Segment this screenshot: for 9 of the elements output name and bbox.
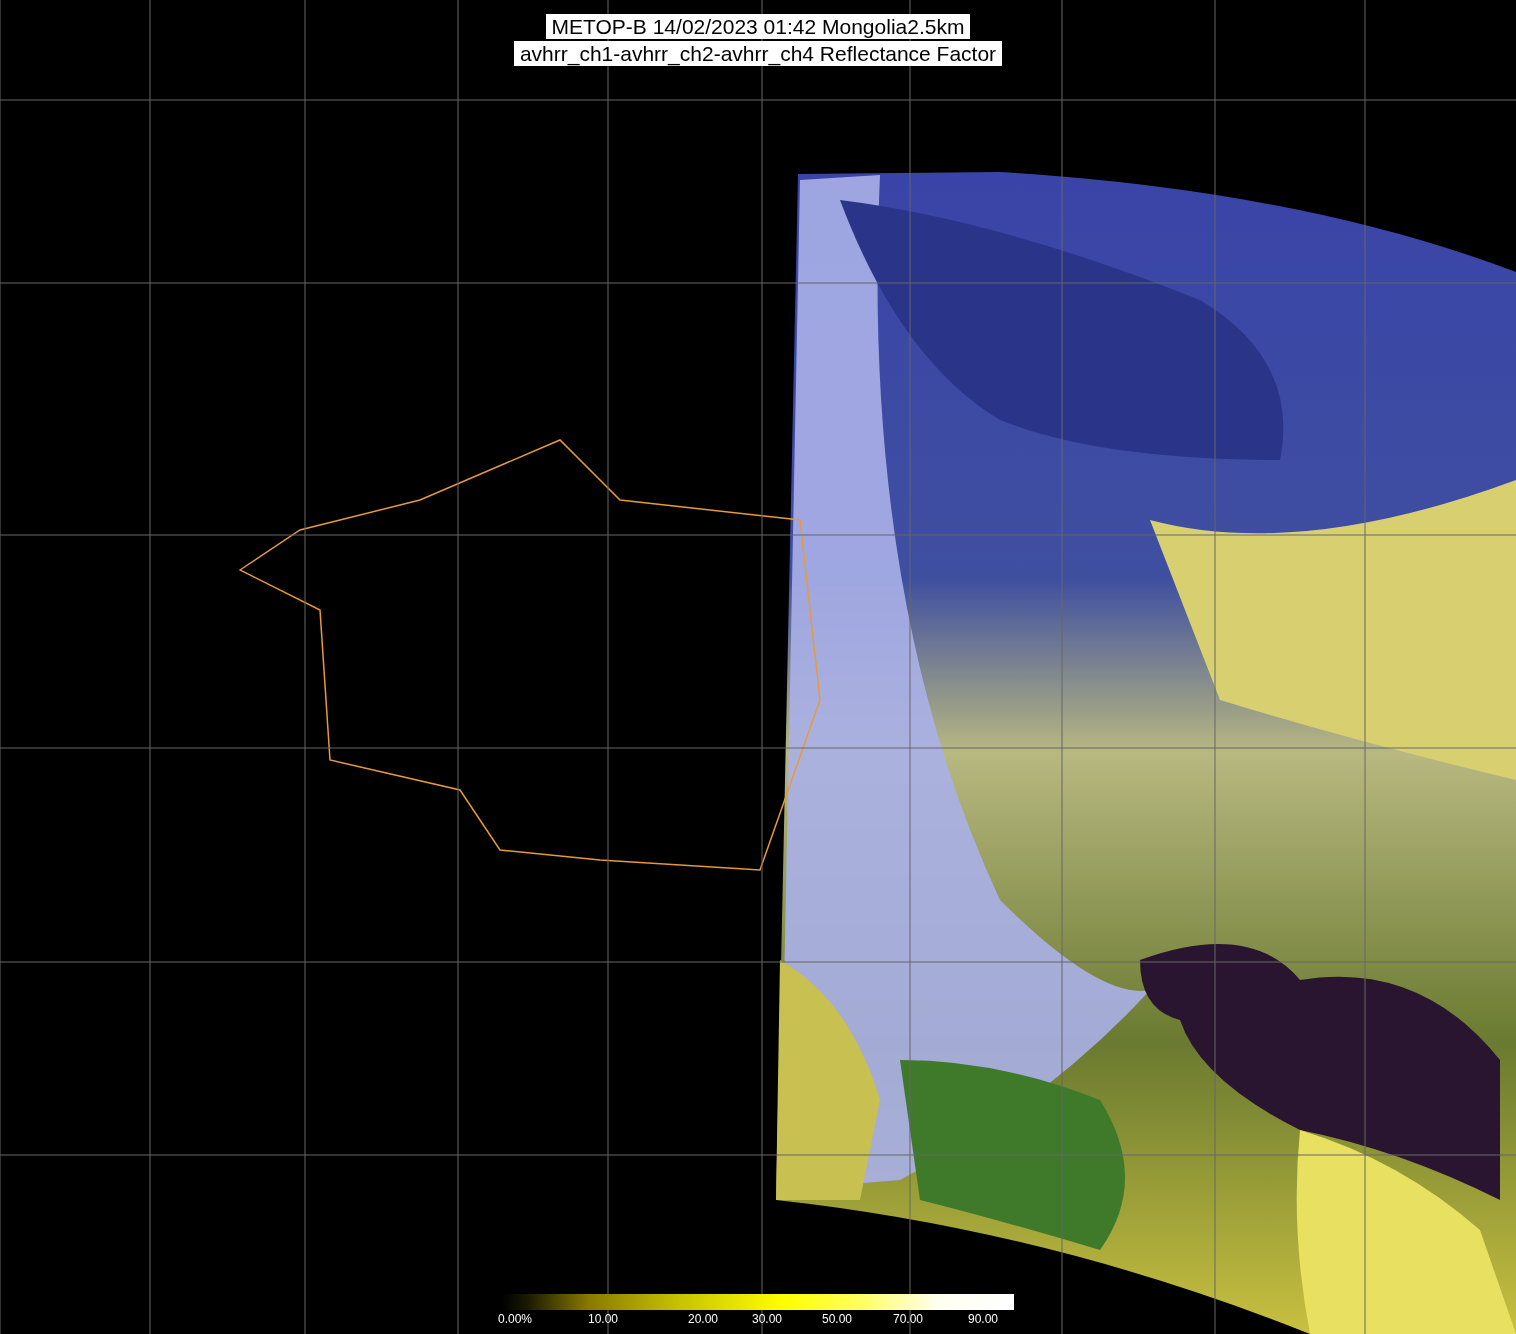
scale-label: 30.00 (752, 1312, 783, 1326)
scale-label: 50.00 (822, 1312, 853, 1326)
scale-label: 0.00% (498, 1312, 533, 1326)
map-title: METOP-B 14/02/2023 01:42 Mongolia2.5km (545, 14, 971, 39)
scale-label: 90.00 (968, 1312, 999, 1326)
map-title: avhrr_ch1-avhrr_ch2-avhrr_ch4 Reflectance Factor (513, 41, 1003, 66)
scale-label: 20.00 (688, 1312, 719, 1326)
scale-label: 70.00 (893, 1312, 924, 1326)
scale-label: 10.00 (588, 1312, 619, 1326)
